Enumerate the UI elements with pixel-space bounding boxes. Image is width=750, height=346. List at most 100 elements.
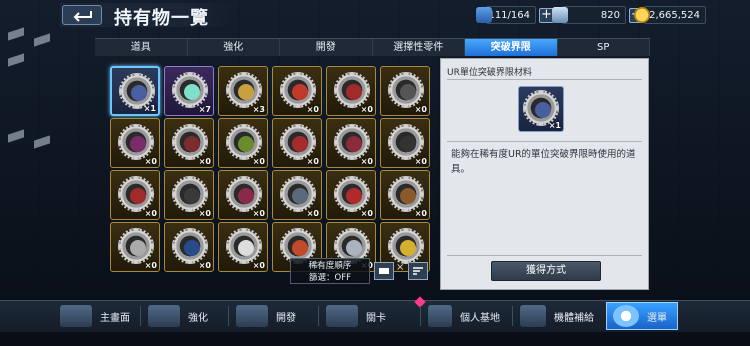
- gear-icon: [388, 228, 424, 264]
- coins-resource: 12,665,524: [634, 6, 706, 24]
- item-count: ×0: [360, 209, 373, 218]
- gear-icon: [280, 176, 316, 212]
- item-count: ×0: [360, 105, 373, 114]
- gear-icon: [334, 124, 370, 160]
- inventory-item[interactable]: ×0: [326, 66, 376, 116]
- item-count: ×0: [198, 261, 211, 270]
- inventory-item[interactable]: ×0: [110, 222, 160, 272]
- gear-icon: [172, 228, 208, 264]
- inventory-item[interactable]: ×0: [164, 170, 214, 220]
- tab-develop[interactable]: 開發: [280, 39, 373, 56]
- gear-icon: [226, 176, 262, 212]
- item-count: ×3: [252, 105, 265, 114]
- inventory-item[interactable]: ×0: [380, 170, 430, 220]
- item-count: ×0: [306, 105, 319, 114]
- gear-icon: [226, 228, 262, 264]
- item-count: ×0: [144, 157, 157, 166]
- inventory-item[interactable]: ×0: [326, 170, 376, 220]
- item-count: ×0: [144, 261, 157, 270]
- gems-value: 820: [562, 6, 626, 24]
- coin-icon: [634, 7, 650, 23]
- nav-base[interactable]: 個人基地: [428, 302, 500, 330]
- nav-menu-label: 選單: [647, 312, 667, 324]
- gear-icon: [226, 72, 262, 108]
- inventory-item[interactable]: ×0: [218, 170, 268, 220]
- back-button[interactable]: [62, 5, 102, 25]
- sort-icon: [413, 267, 423, 275]
- sort-button[interactable]: [408, 262, 428, 280]
- inventory-item[interactable]: ×0: [272, 170, 322, 220]
- gear-icon: [280, 124, 316, 160]
- gear-icon: [334, 176, 370, 212]
- inventory-item[interactable]: ×0: [218, 222, 268, 272]
- inventory-item[interactable]: ×0: [380, 66, 430, 116]
- inventory-item[interactable]: ×0: [164, 118, 214, 168]
- menu-icon: [613, 305, 639, 327]
- nav-supply[interactable]: 機體補給: [520, 302, 594, 330]
- inventory-item[interactable]: ×0: [272, 118, 322, 168]
- inventory-item[interactable]: ×0: [218, 118, 268, 168]
- inventory-item[interactable]: ×0: [380, 118, 430, 168]
- tab-items[interactable]: 道具: [95, 39, 188, 56]
- page-title: 持有物一覽: [114, 8, 209, 29]
- item-count: ×0: [198, 157, 211, 166]
- base-icon: [428, 305, 452, 327]
- nav-enhance-label: 強化: [188, 312, 208, 324]
- category-tabs: 道具 強化 開發 選擇性零件 突破界限 SP: [95, 38, 650, 56]
- filter-status-label: 篩選：OFF: [309, 273, 351, 283]
- nav-menu[interactable]: 選單: [606, 302, 678, 330]
- detail-title: UR單位突破界限材料: [447, 68, 532, 78]
- gear-icon: [388, 176, 424, 212]
- inventory-item[interactable]: ×1: [110, 66, 160, 116]
- item-count: ×0: [198, 209, 211, 218]
- inventory-item[interactable]: ×0: [326, 118, 376, 168]
- develop-icon: [236, 305, 268, 327]
- item-grid: ×1 ×7 ×3 ×0 ×0 ×0 ×0 ×0 ×0 ×0 ×0 ×0 ×0 ×0 ×0 ×0 ×0 ×0 ×0 ×0…: [100, 60, 437, 288]
- home-icon: [60, 305, 92, 327]
- inventory-item[interactable]: ×0: [110, 118, 160, 168]
- nav-stages-label: 關卡: [366, 312, 386, 324]
- gear-icon: [118, 176, 154, 212]
- tab-enhance[interactable]: 強化: [188, 39, 280, 56]
- stages-icon: [326, 305, 358, 327]
- nav-divider: [318, 306, 319, 326]
- gear-icon: [172, 124, 208, 160]
- acquire-method-button[interactable]: 獲得方式: [491, 261, 601, 281]
- inventory-item[interactable]: ×0: [164, 222, 214, 272]
- nav-develop[interactable]: 開發: [236, 302, 296, 330]
- nav-stages[interactable]: 關卡: [326, 302, 386, 330]
- tab-limit-break[interactable]: 突破界限: [465, 39, 558, 56]
- item-count: ×0: [414, 209, 427, 218]
- item-count: ×0: [414, 157, 427, 166]
- nav-home[interactable]: 主畫面: [60, 302, 130, 330]
- item-count: ×7: [198, 105, 211, 114]
- sort-order-label: 稀有度順序: [308, 261, 352, 271]
- nav-divider: [140, 306, 141, 326]
- item-count: ×0: [252, 157, 265, 166]
- energy-value: 111/164: [486, 6, 536, 24]
- item-count: ×0: [414, 105, 427, 114]
- inventory-item[interactable]: ×7: [164, 66, 214, 116]
- tab-sp[interactable]: SP: [558, 39, 650, 56]
- view-toggle-button[interactable]: [374, 262, 394, 280]
- enhance-icon: [148, 305, 180, 327]
- gear-icon: [280, 72, 316, 108]
- nav-supply-label: 機體補給: [554, 312, 594, 324]
- inventory-item[interactable]: ×0: [110, 170, 160, 220]
- background-lights: [6, 20, 66, 180]
- item-count: ×0: [360, 157, 373, 166]
- nav-base-label: 個人基地: [460, 312, 500, 324]
- gear-icon: [172, 176, 208, 212]
- nav-divider: [512, 306, 513, 326]
- tab-optional-parts[interactable]: 選擇性零件: [373, 39, 465, 56]
- back-arrow-icon: [73, 11, 92, 22]
- nav-enhance[interactable]: 強化: [148, 302, 208, 330]
- gear-icon: [118, 228, 154, 264]
- inventory-item[interactable]: ×0: [272, 66, 322, 116]
- item-count: ×0: [306, 209, 319, 218]
- sort-filter-box[interactable]: 稀有度順序 篩選：OFF: [290, 258, 370, 284]
- item-detail-panel: UR單位突破界限材料 ×1 能夠在稀有度UR的單位突破界限時使用的道具。 獲得方…: [440, 58, 649, 290]
- item-count: ×0: [144, 209, 157, 218]
- item-count: ×0: [252, 261, 265, 270]
- inventory-item[interactable]: ×3: [218, 66, 268, 116]
